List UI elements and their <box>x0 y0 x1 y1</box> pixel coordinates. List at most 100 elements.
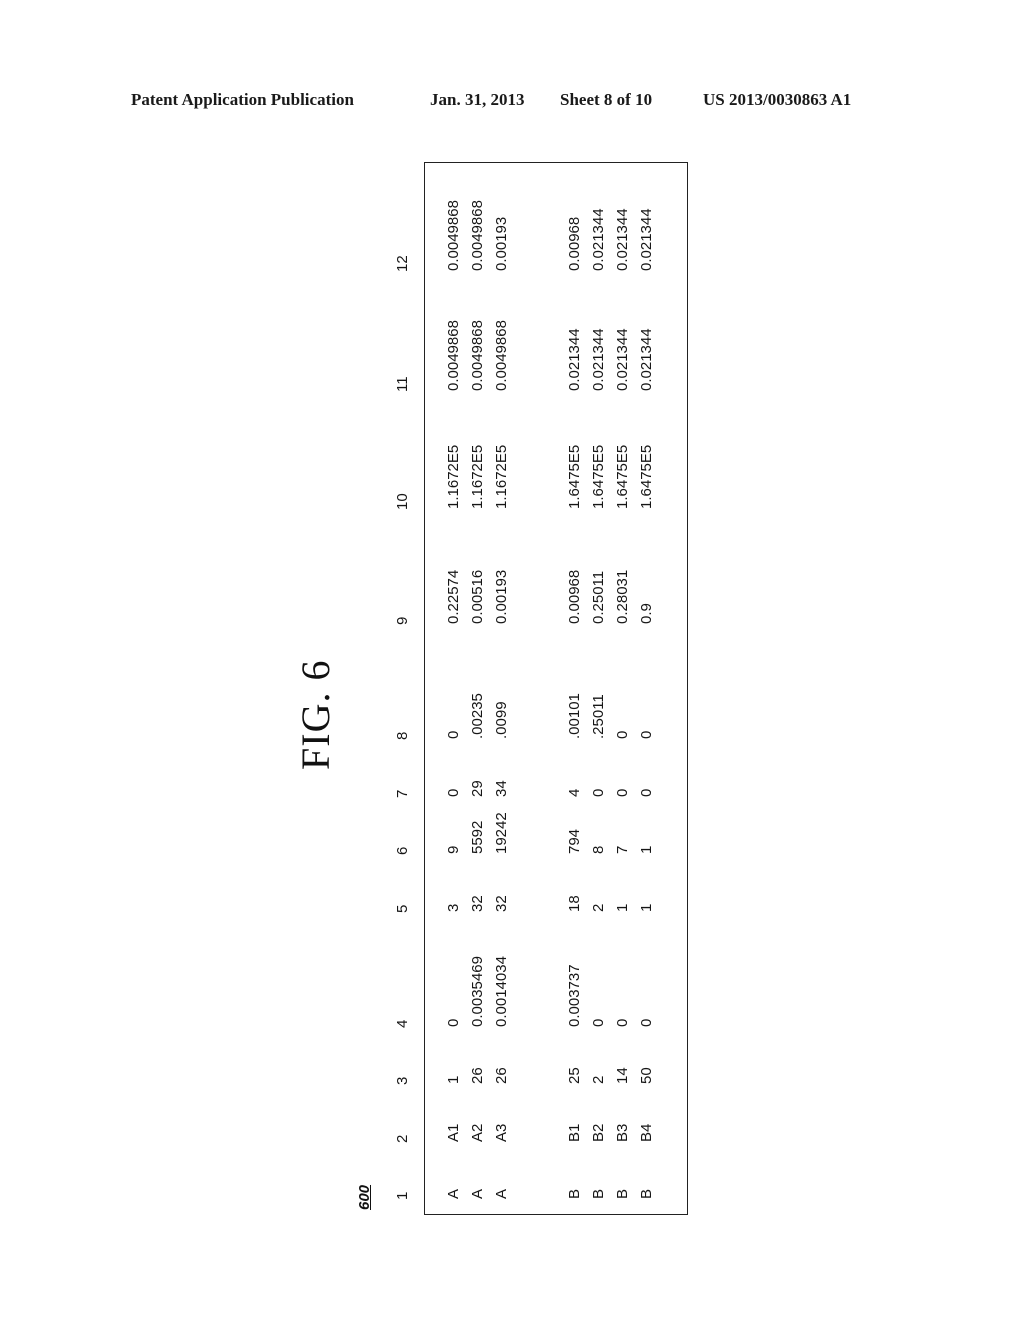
table-cell: 14 <box>614 1067 631 1084</box>
table-cell: 1.6475E5 <box>590 444 607 509</box>
table-cell: B2 <box>590 1123 607 1142</box>
table-cell: A <box>493 1188 510 1199</box>
table-cell: 0.021344 <box>590 328 607 391</box>
table-cell: 0.9 <box>638 603 655 624</box>
column-header: 12 <box>394 255 411 272</box>
table-cell: 4 <box>566 788 583 797</box>
table-cell: 1.6475E5 <box>614 444 631 509</box>
rotated-figure: FIG. 6 600 A A1 1 0 3 9 0 0 0.22574 1.1672E5 0.004… <box>293 140 710 1240</box>
table-cell: 0.021344 <box>590 208 607 271</box>
reference-numeral: 600 <box>356 1184 373 1210</box>
table-cell: 3 <box>445 903 462 912</box>
table-cell: 0.00193 <box>493 216 510 271</box>
table-cell: 0.0049868 <box>445 320 462 391</box>
table-cell: 1 <box>445 1075 462 1084</box>
column-header: 8 <box>394 731 411 740</box>
table-cell: 26 <box>469 1067 486 1084</box>
column-header: 6 <box>394 846 411 855</box>
table-cell: 1.1672E5 <box>469 444 486 509</box>
table-cell: 50 <box>638 1067 655 1084</box>
figure-label: FIG. 6 <box>293 659 338 770</box>
table-cell: B1 <box>566 1123 583 1142</box>
table-cell: 0 <box>445 788 462 797</box>
table-cell: 794 <box>566 828 583 854</box>
table-cell: 1.1672E5 <box>493 444 510 509</box>
table-cell: .0099 <box>493 701 510 739</box>
table-cell: 2 <box>590 903 607 912</box>
table-cell: 0.00968 <box>566 216 583 271</box>
table-cell: 0.22574 <box>445 569 462 624</box>
table-cell: 0 <box>614 1018 631 1027</box>
publication-date: Jan. 31, 2013 <box>430 90 525 109</box>
table-cell: .25011 <box>590 694 607 739</box>
column-header: 1 <box>394 1191 411 1200</box>
table-cell: B <box>590 1188 607 1199</box>
table-cell: 1 <box>638 903 655 912</box>
table-cell: 0 <box>638 788 655 797</box>
table-cell: .00101 <box>566 693 583 739</box>
table-cell: 8 <box>590 845 607 854</box>
table-cell: 0 <box>638 1018 655 1027</box>
column-header: 4 <box>394 1019 411 1028</box>
table-cell: 0 <box>614 788 631 797</box>
table-cell: 2 <box>590 1075 607 1084</box>
table-cell: A <box>469 1188 486 1199</box>
table-cell: 0.00516 <box>469 569 486 624</box>
table-cell: 1.1672E5 <box>445 444 462 509</box>
table-cell: 0.28031 <box>614 569 631 624</box>
table-cell: 9 <box>445 845 462 854</box>
column-header: 3 <box>394 1076 411 1085</box>
table-cell: B3 <box>614 1123 631 1142</box>
table-cell: 32 <box>493 895 510 912</box>
table-cell: 0.0049868 <box>445 200 462 271</box>
table-cell: 0.021344 <box>638 328 655 391</box>
table-cell: A2 <box>469 1123 486 1142</box>
table-cell: 0 <box>590 1018 607 1027</box>
table-cell: 18 <box>566 895 583 912</box>
table-cell: 0.00968 <box>566 569 583 624</box>
table-cell: 34 <box>493 780 510 797</box>
column-header: 2 <box>394 1134 411 1143</box>
sheet-number: Sheet 8 of 10 <box>560 90 653 109</box>
table-cell: 0.00193 <box>493 569 510 624</box>
table-cell: 1.6475E5 <box>566 444 583 509</box>
publication-number: US 2013/0030863 A1 <box>703 90 852 109</box>
table-cell: 0.0049868 <box>469 200 486 271</box>
table-cell: 0 <box>445 730 462 739</box>
table-cell: A <box>445 1188 462 1199</box>
column-header: 9 <box>394 616 411 625</box>
table-cell: 19242 <box>493 812 510 854</box>
publication-type: Patent Application Publication <box>131 90 354 109</box>
table-cell: 26 <box>493 1067 510 1084</box>
column-header: 7 <box>394 789 411 798</box>
table-cell: A1 <box>445 1123 462 1142</box>
table-cell: B <box>566 1188 583 1199</box>
table-cell: 1 <box>638 845 655 854</box>
table-cell: 0 <box>638 730 655 739</box>
column-header: 10 <box>394 493 411 510</box>
table-cell: B4 <box>638 1123 655 1142</box>
table-cell: 0.003737 <box>566 964 583 1027</box>
table-cell: 0 <box>445 1018 462 1027</box>
table-cell: 0.25011 <box>590 570 607 624</box>
table-cell: 5592 <box>469 820 486 854</box>
table-cell: 25 <box>566 1067 583 1084</box>
data-table: A A1 1 0 3 9 0 0 0.22574 1.1672E5 0.0049868 0.00498… <box>424 162 688 1215</box>
table-cell: 0 <box>590 788 607 797</box>
table-cell: A3 <box>493 1123 510 1142</box>
table-cell: 32 <box>469 895 486 912</box>
table-cell: 1 <box>614 903 631 912</box>
table-cell: 1.6475E5 <box>638 444 655 509</box>
table-cell: B <box>638 1188 655 1199</box>
column-header: 5 <box>394 904 411 913</box>
table-cell: 0.0049868 <box>493 320 510 391</box>
table-cell: .00235 <box>469 693 486 739</box>
table-cell: 0 <box>614 730 631 739</box>
table-cell: 0.021344 <box>614 328 631 391</box>
table-cell: 29 <box>469 780 486 797</box>
table-cell: 0.021344 <box>566 328 583 391</box>
table-cell: 0.0014034 <box>493 956 510 1027</box>
table-cell: 0.021344 <box>614 208 631 271</box>
table-cell: 0.0049868 <box>469 320 486 391</box>
table-cell: B <box>614 1188 631 1199</box>
